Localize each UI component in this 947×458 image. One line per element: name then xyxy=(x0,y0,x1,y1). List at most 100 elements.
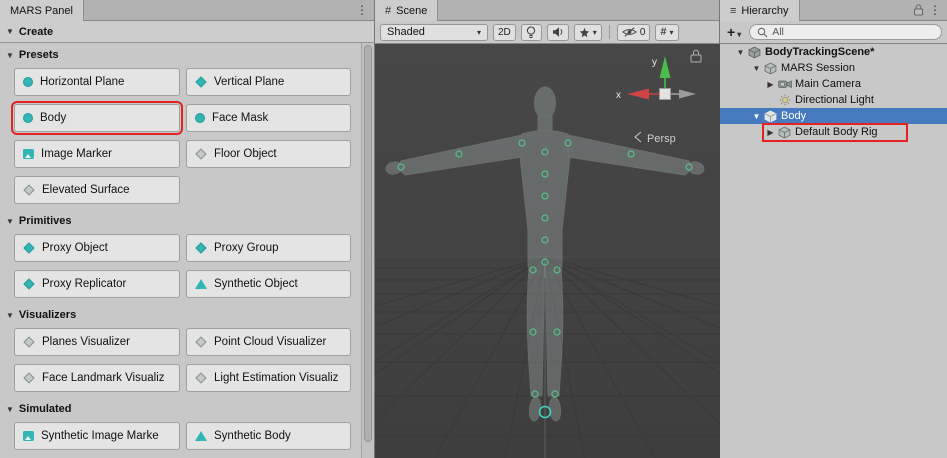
visibility-icon xyxy=(622,26,637,38)
section-title: Visualizers xyxy=(19,309,76,321)
hierarchy-row-label: Body xyxy=(781,110,806,122)
add-gameobject-button[interactable]: + ▾ xyxy=(725,24,743,40)
mars-panel-menu-icon[interactable]: ⋮ xyxy=(356,3,368,17)
tab-mars-panel[interactable]: MARS Panel xyxy=(0,0,84,21)
button-body[interactable]: Body xyxy=(14,104,180,132)
button-floor-object[interactable]: Floor Object xyxy=(186,140,351,168)
button-synthetic-body[interactable]: Synthetic Body xyxy=(186,422,351,450)
chevron-down-icon: ▾ xyxy=(737,30,741,39)
hierarchy-menu-icon[interactable]: ⋮ xyxy=(929,3,941,17)
hierarchy-row-main-camera[interactable]: ▶ Main Camera xyxy=(720,76,947,92)
foldout-open-icon[interactable]: ▼ xyxy=(750,112,763,121)
foldout-open-icon[interactable]: ▼ xyxy=(734,48,747,57)
scene-effects-dropdown[interactable]: ▾ xyxy=(574,24,602,41)
foldout-closed-icon[interactable]: ▶ xyxy=(764,80,777,89)
button-label: Proxy Object xyxy=(42,242,108,254)
hierarchy-row-directional-light[interactable]: Directional Light xyxy=(720,92,947,108)
scrollbar-thumb[interactable] xyxy=(364,45,372,442)
hierarchy-row-default-body-rig[interactable]: ▶ Default Body Rig xyxy=(720,124,947,140)
lighting-icon xyxy=(526,26,536,39)
button-proxy-group[interactable]: Proxy Group xyxy=(186,234,351,262)
button-horizontal-plane[interactable]: Horizontal Plane xyxy=(14,68,180,96)
button-vertical-plane[interactable]: Vertical Plane xyxy=(186,68,351,96)
hierarchy-tabstrip: ≡ Hierarchy ⋮ xyxy=(720,0,947,21)
button-planes-visualizer[interactable]: Planes Visualizer xyxy=(14,328,180,356)
hierarchy-row-label: Default Body Rig xyxy=(795,126,878,138)
body-icon xyxy=(23,113,33,123)
hierarchy-search[interactable] xyxy=(749,24,942,40)
foldout-closed-icon[interactable]: ▶ xyxy=(764,128,777,137)
scene-lighting-toggle[interactable] xyxy=(521,24,542,41)
hidden-count-label: 0 xyxy=(640,27,646,38)
hierarchy-row-label: MARS Session xyxy=(781,62,855,74)
section-title: Simulated xyxy=(19,403,72,415)
light-icon xyxy=(777,93,792,107)
visualizers-grid: Planes Visualizer Point Cloud Visualizer… xyxy=(14,328,361,392)
toolbar-separator xyxy=(609,25,610,39)
section-presets-header[interactable]: ▼ Presets xyxy=(0,48,361,62)
button-label: Synthetic Image Marke xyxy=(41,430,159,442)
scene-visibility-toggle[interactable]: 0 xyxy=(617,24,651,41)
scene-tabstrip: # Scene xyxy=(375,0,719,21)
gizmo-center-cube[interactable] xyxy=(660,89,671,100)
x-axis-label: x xyxy=(616,90,621,101)
button-elevated-surface[interactable]: Elevated Surface xyxy=(14,176,180,204)
hierarchy-row-mars-session[interactable]: ▼ MARS Session xyxy=(720,60,947,76)
create-header-label: Create xyxy=(19,26,53,38)
hierarchy-row-body[interactable]: ▼ Body xyxy=(720,108,947,124)
hierarchy-row-label: Directional Light xyxy=(795,94,874,106)
planes-visualizer-icon xyxy=(23,336,34,347)
foldout-open-icon: ▼ xyxy=(6,405,14,414)
projection-label: Persp xyxy=(647,133,676,145)
button-label: Face Landmark Visualiz xyxy=(42,372,165,384)
section-simulated-header[interactable]: ▼ Simulated xyxy=(0,402,361,416)
section-title: Primitives xyxy=(19,215,72,227)
button-label: Proxy Replicator xyxy=(42,278,126,290)
button-synthetic-object[interactable]: Synthetic Object xyxy=(186,270,351,298)
chevron-down-icon: ▾ xyxy=(593,28,597,37)
button-label: Image Marker xyxy=(41,148,112,160)
hierarchy-row-scene[interactable]: ▼ BodyTrackingScene* xyxy=(720,44,947,60)
section-primitives-header[interactable]: ▼ Primitives xyxy=(0,214,361,228)
button-face-mask[interactable]: Face Mask xyxy=(186,104,351,132)
add-button-label: + xyxy=(727,24,735,40)
tab-hierarchy[interactable]: ≡ Hierarchy xyxy=(720,0,800,21)
button-label: Planes Visualizer xyxy=(42,336,130,348)
button-face-landmark-visualizer[interactable]: Face Landmark Visualiz xyxy=(14,364,180,392)
button-proxy-replicator[interactable]: Proxy Replicator xyxy=(14,270,180,298)
button-image-marker[interactable]: Image Marker xyxy=(14,140,180,168)
elevated-surface-icon xyxy=(23,184,34,195)
tab-scene[interactable]: # Scene xyxy=(375,0,438,21)
search-input[interactable] xyxy=(772,26,934,38)
cube-icon xyxy=(777,125,792,139)
lock-icon[interactable] xyxy=(914,4,923,19)
presets-grid: Horizontal Plane Vertical Plane Body Fac… xyxy=(14,68,361,204)
scene-viewport[interactable]: y x Persp xyxy=(375,44,719,458)
foldout-open-icon: ▼ xyxy=(6,311,14,320)
button-point-cloud-visualizer[interactable]: Point Cloud Visualizer xyxy=(186,328,351,356)
scene-audio-toggle[interactable] xyxy=(547,24,569,41)
floor-object-icon xyxy=(195,148,206,159)
shading-mode-dropdown[interactable]: Shaded ▾ xyxy=(380,24,488,41)
hierarchy-tree: ▼ BodyTrackingScene* ▼ MARS Session ▶ Ma… xyxy=(720,44,947,458)
button-label: Face Mask xyxy=(212,112,268,124)
tab-hierarchy-label: Hierarchy xyxy=(741,5,788,17)
chevron-down-icon: ▾ xyxy=(477,28,481,37)
foldout-open-icon[interactable]: ▼ xyxy=(750,64,763,73)
grid-visibility-dropdown[interactable]: # ▾ xyxy=(655,24,678,41)
2d-toggle[interactable]: 2D xyxy=(493,24,516,41)
section-title: Presets xyxy=(19,49,59,61)
section-visualizers-header[interactable]: ▼ Visualizers xyxy=(0,308,361,322)
button-synthetic-image-marker[interactable]: Synthetic Image Marke xyxy=(14,422,180,450)
hierarchy-row-label: Main Camera xyxy=(795,78,861,90)
create-header[interactable]: ▼ Create xyxy=(0,21,374,43)
button-label: Synthetic Body xyxy=(214,430,291,442)
mars-scrollbar[interactable] xyxy=(361,43,374,458)
button-proxy-object[interactable]: Proxy Object xyxy=(14,234,180,262)
button-light-estimation-visualizer[interactable]: Light Estimation Visualiz xyxy=(186,364,351,392)
vertical-plane-icon xyxy=(195,76,206,87)
search-icon xyxy=(757,27,768,38)
scene-tab-icon: # xyxy=(385,5,391,17)
synthetic-image-marker-icon xyxy=(23,431,34,441)
unity-scene-icon xyxy=(747,45,762,59)
